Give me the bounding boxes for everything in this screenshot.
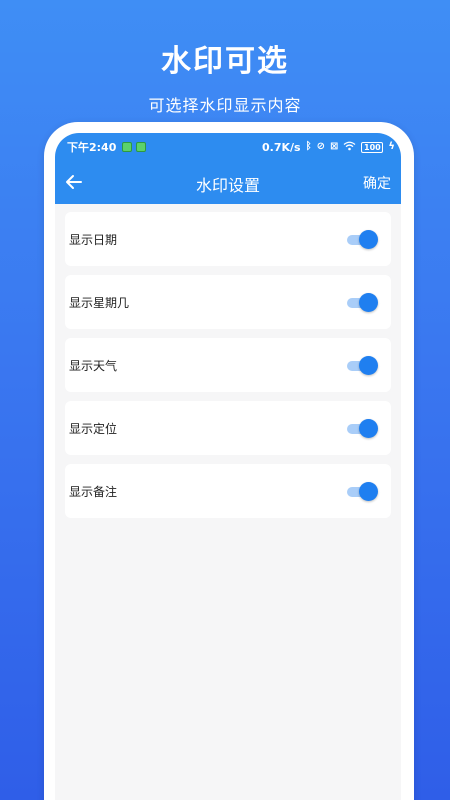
app-header: 下午2:40 0.7K/s ᛒ ⊘ ⊠ 100 ϟ 水印设置 确定 (55, 133, 401, 204)
toggle-date[interactable] (347, 230, 378, 249)
setting-row-weather: 显示天气 (65, 338, 391, 392)
promo-title: 水印可选 (161, 44, 289, 79)
setting-label: 显示日期 (69, 232, 118, 247)
status-time: 下午2:40 (67, 141, 117, 154)
battery-icon: 100 (361, 141, 384, 153)
sim-icon: ⊠ (330, 141, 339, 152)
toggle-knob (359, 482, 378, 501)
setting-label: 显示天气 (69, 358, 118, 373)
toggle-location[interactable] (347, 419, 378, 438)
setting-label: 显示备注 (69, 484, 118, 499)
notification-icon (136, 142, 147, 152)
toggle-knob (359, 230, 378, 249)
alarm-off-icon: ⊘ (316, 141, 325, 152)
setting-label: 显示星期几 (69, 295, 130, 310)
wifi-icon (343, 141, 356, 154)
phone-screen: 下午2:40 0.7K/s ᛒ ⊘ ⊠ 100 ϟ 水印设置 确定 显示日期 显… (55, 133, 401, 800)
status-bar: 下午2:40 0.7K/s ᛒ ⊘ ⊠ 100 ϟ (55, 133, 401, 161)
setting-row-note: 显示备注 (65, 464, 391, 518)
charging-icon: ϟ (388, 141, 395, 152)
toggle-note[interactable] (347, 482, 378, 501)
toggle-knob (359, 356, 378, 375)
setting-label: 显示定位 (69, 421, 118, 436)
setting-row-date: 显示日期 (65, 212, 391, 266)
setting-row-location: 显示定位 (65, 401, 391, 455)
status-right: 0.7K/s ᛒ ⊘ ⊠ 100 ϟ (262, 141, 395, 154)
bluetooth-icon: ᛒ (305, 141, 312, 152)
toggle-knob (359, 419, 378, 438)
network-speed: 0.7K/s (262, 140, 301, 154)
battery-level: 100 (364, 142, 381, 152)
promo-subtitle: 可选择水印显示内容 (148, 96, 302, 115)
toggle-weather[interactable] (347, 356, 378, 375)
toolbar: 水印设置 确定 (55, 161, 401, 204)
setting-row-weekday: 显示星期几 (65, 275, 391, 329)
page-title: 水印设置 (195, 176, 260, 195)
toggle-weekday[interactable] (347, 293, 378, 312)
toggle-knob (359, 293, 378, 312)
confirm-button[interactable]: 确定 (363, 173, 391, 193)
settings-list: 显示日期 显示星期几 显示天气 显示定位 显示备注 (55, 204, 401, 518)
notification-icon (122, 142, 133, 152)
